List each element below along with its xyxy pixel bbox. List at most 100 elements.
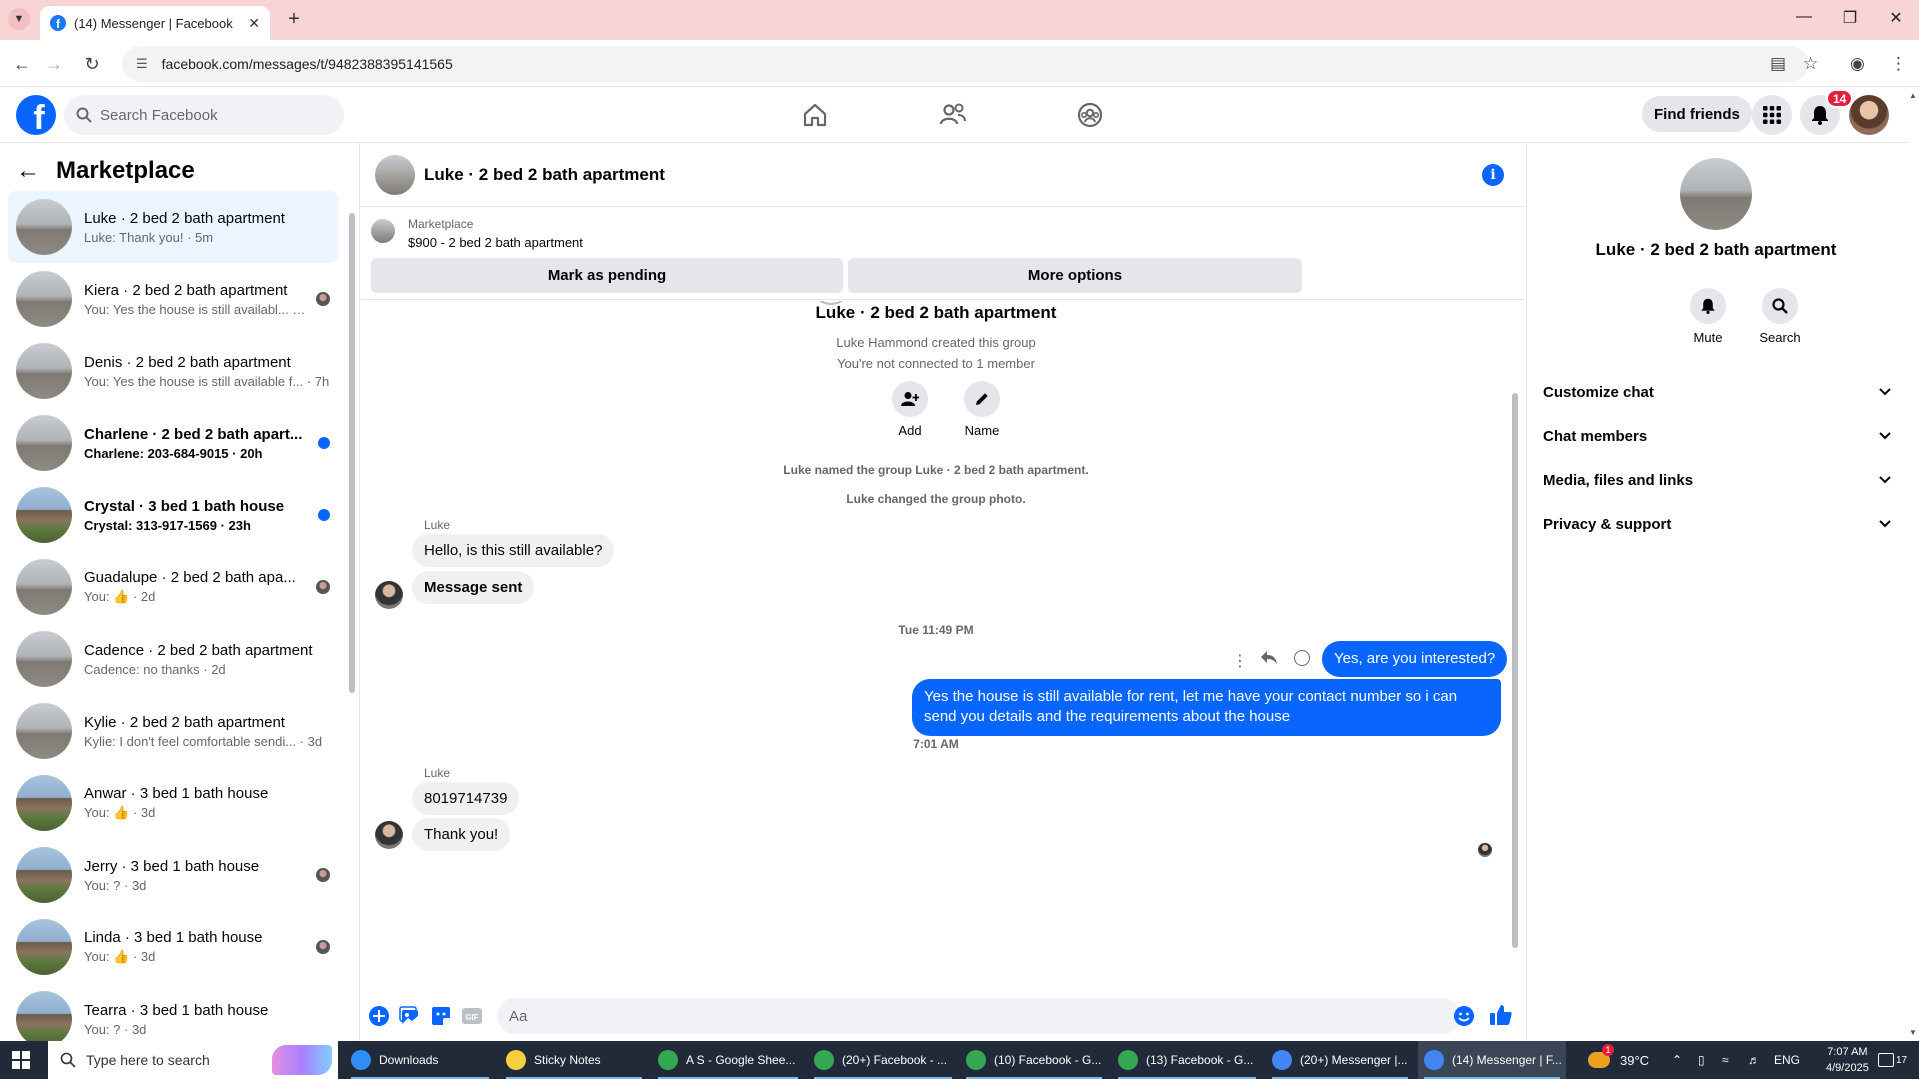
incoming-message[interactable]: Message sent [412, 571, 535, 604]
wifi-icon[interactable]: ≈ [1722, 1041, 1729, 1079]
browser-tab-active[interactable]: f (14) Messenger | Facebook ✕ [40, 6, 270, 40]
chat-scrollbar[interactable] [1510, 305, 1520, 985]
react-smiley-icon[interactable] [1294, 650, 1310, 666]
notification-center-icon[interactable]: 17 [1878, 1041, 1907, 1079]
friends-nav-button[interactable] [898, 87, 1008, 143]
search-conversation-action[interactable]: Search [1750, 288, 1810, 345]
incoming-message[interactable]: 8019714739 [412, 782, 520, 815]
conversation-item[interactable]: Kiera · 2 bed 2 bath apartment You: Yes t… [8, 263, 338, 335]
add-member-action[interactable]: Add [880, 381, 940, 438]
reload-icon[interactable]: ↻ [78, 50, 106, 78]
bookmark-star-icon[interactable]: ☆ [1803, 54, 1818, 74]
app-icon [1118, 1050, 1138, 1070]
groups-nav-button[interactable] [1035, 87, 1145, 143]
conversation-item[interactable]: Luke · 2 bed 2 bath apartment Luke: Thank… [8, 191, 338, 263]
page-scrollbar[interactable]: ▲ ▼ [1907, 87, 1919, 1041]
info-section-row[interactable]: Chat members [1543, 414, 1895, 458]
taskbar-app-button[interactable]: (10) Facebook - G... [960, 1041, 1108, 1079]
weather-widget[interactable]: 1 39°C [1588, 1041, 1649, 1079]
listing-thumbnail[interactable] [371, 219, 395, 243]
message-input-box[interactable] [497, 998, 1461, 1034]
conversation-item[interactable]: Tearra · 3 bed 1 bath house You: ? · 3d [8, 983, 338, 1041]
scroll-up-arrow-icon[interactable]: ▲ [1909, 91, 1917, 100]
volume-icon[interactable]: ♬ [1748, 1041, 1760, 1079]
gif-icon[interactable]: GIF [461, 1005, 483, 1027]
incoming-message[interactable]: Hello, is this still available? [412, 534, 615, 567]
more-options-button[interactable]: More options [848, 258, 1302, 293]
scroll-down-arrow-icon[interactable]: ▼ [1909, 1028, 1917, 1037]
sticker-icon[interactable] [430, 1005, 452, 1027]
facebook-search-input[interactable] [100, 106, 300, 124]
photo-icon[interactable] [399, 1005, 421, 1027]
restore-icon[interactable]: ❐ [1830, 8, 1870, 28]
address-bar[interactable]: ☰ facebook.com/messages/t/94823883951415… [122, 46, 1808, 82]
more-actions-icon[interactable]: ⋮ [1232, 651, 1248, 671]
forward-arrow-icon[interactable]: → [40, 50, 68, 78]
thumbs-up-icon[interactable] [1489, 1003, 1513, 1027]
conversation-item[interactable]: Cadence · 2 bed 2 bath apartment Cadence:… [8, 623, 338, 695]
taskbar-app-button[interactable]: (13) Facebook - G... [1112, 1041, 1262, 1079]
facebook-search[interactable] [64, 95, 344, 135]
language-indicator[interactable]: ENG [1774, 1041, 1800, 1079]
listing-price-title[interactable]: $900 - 2 bed 2 bath apartment [408, 235, 583, 250]
mute-action[interactable]: Mute [1678, 288, 1738, 345]
conversation-item[interactable]: Guadalupe · 2 bed 2 bath apa... You: 👍 · … [8, 551, 338, 623]
install-app-icon[interactable]: ▤ [1770, 54, 1786, 74]
sender-avatar[interactable] [375, 581, 403, 609]
chrome-menu-icon[interactable]: ⋮ [1890, 54, 1907, 74]
taskbar-app-button[interactable]: (20+) Facebook - ... [808, 1041, 958, 1079]
tab-close-icon[interactable]: ✕ [248, 15, 260, 32]
back-arrow-icon[interactable]: ← [8, 50, 36, 78]
info-icon[interactable]: i [1482, 164, 1504, 186]
conversation-item[interactable]: Linda · 3 bed 1 bath house You: 👍 · 3d [8, 911, 338, 983]
conversation-item[interactable]: Charlene · 2 bed 2 bath apart... Charlene… [8, 407, 338, 479]
taskbar-app-button[interactable]: Downloads [345, 1041, 495, 1079]
info-section-row[interactable]: Customize chat [1543, 370, 1895, 414]
message-input[interactable] [509, 1007, 1409, 1025]
facebook-logo-icon[interactable]: f [16, 95, 56, 135]
taskbar-app-button[interactable]: (20+) Messenger |... [1266, 1041, 1414, 1079]
site-info-icon[interactable]: ☰ [136, 56, 148, 72]
emoji-icon[interactable] [1453, 1005, 1475, 1027]
scrollbar-thumb[interactable] [1512, 393, 1518, 948]
scrollbar-thumb[interactable] [349, 213, 355, 693]
taskbar-app-button[interactable]: (14) Messenger | F... [1418, 1041, 1566, 1079]
sender-avatar[interactable] [375, 821, 403, 849]
name-group-action[interactable]: Name [952, 381, 1012, 438]
tab-search-chevron-icon[interactable]: ▼ [8, 8, 30, 30]
reply-icon[interactable] [1260, 649, 1278, 668]
find-friends-button[interactable]: Find friends [1642, 96, 1752, 132]
outgoing-message[interactable]: Yes the house is still available for ren… [912, 679, 1501, 736]
info-section-row[interactable]: Privacy & support [1543, 502, 1895, 546]
system-clock[interactable]: 7:07 AM 4/9/2025 [1826, 1044, 1869, 1076]
incoming-message[interactable]: Thank you! [412, 818, 511, 851]
profile-circle-icon[interactable]: ◉ [1850, 54, 1865, 74]
minimize-icon[interactable]: — [1784, 8, 1824, 26]
menu-grid-button[interactable] [1752, 95, 1792, 135]
outgoing-message[interactable]: Yes, are you interested? [1322, 641, 1508, 678]
conversation-item[interactable]: Jerry · 3 bed 1 bath house You: ? · 3d [8, 839, 338, 911]
name-label: Name [964, 423, 1000, 438]
taskbar-search[interactable]: Type here to search [48, 1041, 338, 1079]
chat-info-avatar[interactable] [1680, 158, 1752, 230]
windows-start-icon[interactable] [12, 1051, 30, 1069]
conversation-item[interactable]: Crystal · 3 bed 1 bath house Crystal: 313… [8, 479, 338, 551]
taskbar-app-button[interactable]: Sticky Notes [500, 1041, 648, 1079]
chat-title[interactable]: Luke · 2 bed 2 bath apartment [424, 165, 665, 185]
mark-as-pending-button[interactable]: Mark as pending [371, 258, 843, 293]
account-avatar[interactable] [1849, 95, 1889, 135]
home-nav-button[interactable] [760, 87, 870, 143]
conversation-item[interactable]: Denis · 2 bed 2 bath apartment You: Yes t… [8, 335, 338, 407]
show-hidden-icons-icon[interactable]: ⌃ [1672, 1041, 1682, 1079]
battery-icon[interactable]: ▯ [1698, 1041, 1705, 1079]
new-tab-plus-icon[interactable]: + [282, 8, 306, 32]
back-arrow-icon[interactable]: ← [16, 157, 40, 185]
close-window-icon[interactable]: ✕ [1876, 8, 1916, 28]
chat-avatar[interactable] [375, 155, 415, 195]
taskbar-app-button[interactable]: A S - Google Shee... [652, 1041, 804, 1079]
sidebar-scrollbar[interactable] [348, 193, 356, 693]
conversation-item[interactable]: Anwar · 3 bed 1 bath house You: 👍 · 3d [8, 767, 338, 839]
plus-circle-icon[interactable] [368, 1005, 390, 1027]
info-section-row[interactable]: Media, files and links [1543, 458, 1895, 502]
conversation-item[interactable]: Kylie · 2 bed 2 bath apartment Kylie: I d… [8, 695, 338, 767]
